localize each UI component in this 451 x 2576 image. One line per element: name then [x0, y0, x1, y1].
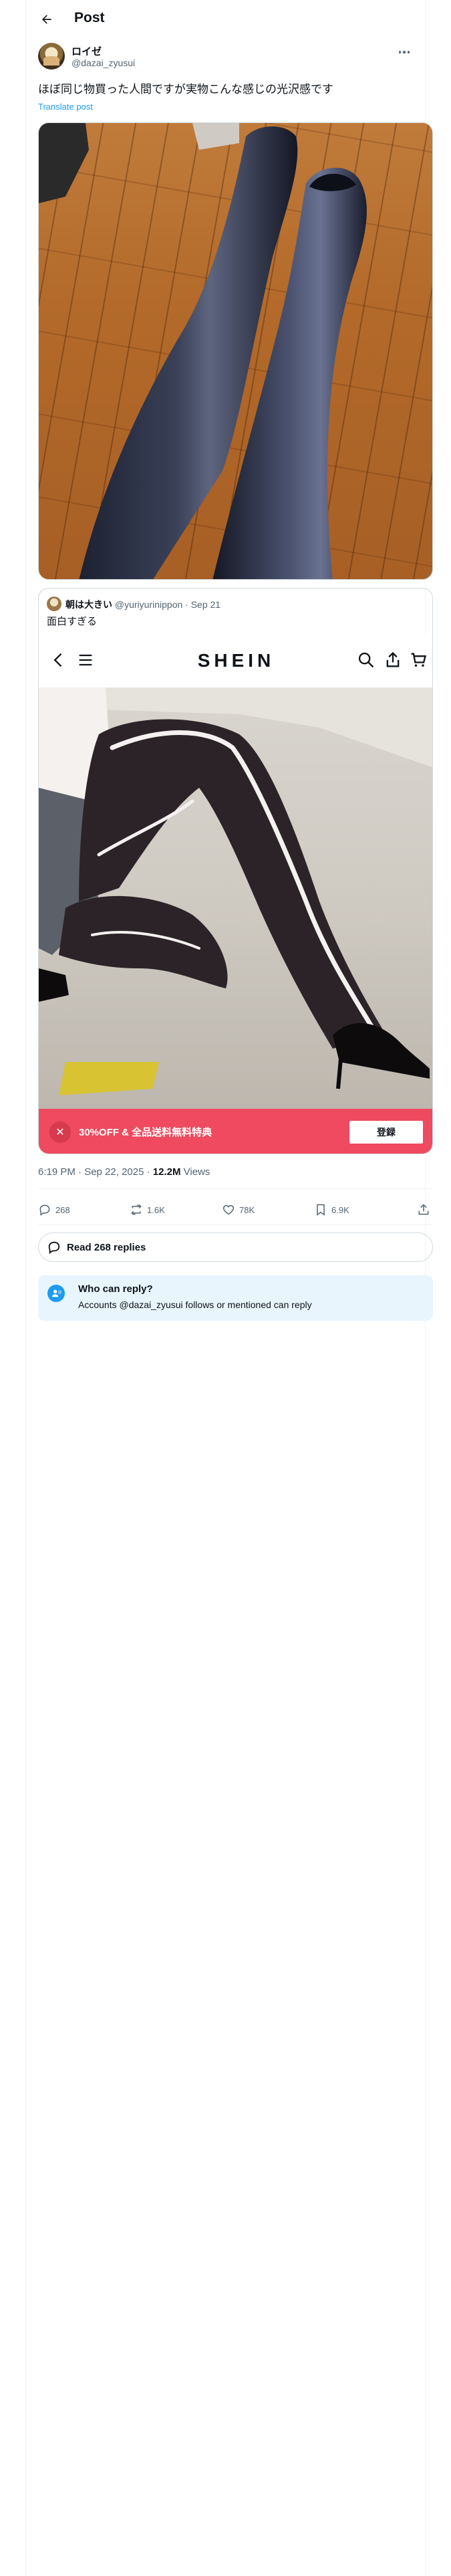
author-display-name[interactable]: ロイゼ	[71, 44, 102, 58]
repost-button[interactable]: 1.6K	[130, 1195, 165, 1224]
quoted-author-avatar	[47, 597, 61, 611]
post-timestamp: 6:19 PM · Sep 22, 2025 · 12.2M Views	[38, 1166, 210, 1178]
reply-restriction-notice: @ Who can reply? Accounts @dazai_zyusui …	[38, 1275, 433, 1321]
quoted-post-image: SHEIN ✕ 30%OFF & 全品送料無料特典 登録	[39, 634, 432, 1154]
chat-bubble-icon	[48, 1241, 60, 1255]
post-text: ほぼ同じ物買った人間ですが実物こんな感じの光沢感です	[38, 83, 333, 96]
like-count: 78K	[239, 1204, 255, 1215]
tights-photo	[39, 687, 432, 1109]
page-title: Post	[74, 10, 105, 25]
repost-count: 1.6K	[147, 1204, 165, 1215]
quoted-author-meta: 朝は大きい @yuriyurinippon · Sep 21	[65, 598, 220, 611]
back-button[interactable]	[35, 8, 58, 31]
like-button[interactable]: 78K	[222, 1195, 255, 1224]
quoted-post-text: 面白すぎる	[47, 616, 98, 627]
cart-icon	[411, 653, 426, 667]
search-icon	[358, 652, 374, 668]
author-handle[interactable]: @dazai_zyusui	[71, 58, 135, 68]
bookmark-count: 6.9K	[331, 1204, 349, 1215]
quoted-date: Sep 21	[190, 599, 221, 610]
reply-button[interactable]: 268	[38, 1195, 70, 1224]
legs-photo-illustration	[39, 123, 367, 579]
who-can-reply-title: Who can reply?	[78, 1283, 153, 1295]
svg-text:@: @	[58, 1290, 61, 1295]
back-arrow-icon	[42, 15, 51, 24]
author-avatar[interactable]	[38, 43, 65, 70]
read-replies-label: Read 268 replies	[67, 1241, 146, 1253]
quoted-separator: ·	[185, 599, 188, 610]
promo-banner: ✕ 30%OFF & 全品送料無料特典 登録	[39, 1109, 432, 1154]
action-bar: 268 1.6K 78K 6.9K	[38, 1195, 433, 1224]
divider	[38, 1188, 433, 1189]
views-count: 12.2M	[152, 1166, 181, 1178]
translate-post-link[interactable]: Translate post	[38, 102, 93, 112]
reply-count: 268	[55, 1204, 70, 1215]
share-icon	[418, 1204, 429, 1215]
divider	[38, 1224, 433, 1225]
heart-icon	[222, 1204, 235, 1215]
kneeling-legs-illustration	[39, 687, 432, 1095]
shein-app-header: SHEIN	[39, 634, 432, 687]
post-time-date[interactable]: 6:19 PM · Sep 22, 2025 ·	[38, 1166, 153, 1178]
post-image[interactable]	[38, 122, 433, 580]
top-bar: Post	[26, 0, 425, 37]
bookmark-icon	[317, 1204, 325, 1216]
quoted-post[interactable]: 朝は大きい @yuriyurinippon · Sep 21 面白すぎる SHE…	[38, 588, 433, 1154]
share-post-button[interactable]	[417, 1195, 430, 1224]
views-label: Views	[180, 1166, 210, 1178]
register-button: 登録	[349, 1121, 423, 1144]
quoted-author-name: 朝は大きい	[65, 599, 112, 610]
mention-user-icon: @	[47, 1285, 65, 1302]
promo-text: 30%OFF & 全品送料無料特典	[79, 1127, 212, 1138]
more-dots-icon	[398, 51, 402, 53]
bookmark-button[interactable]: 6.9K	[314, 1195, 349, 1224]
read-replies-button[interactable]: Read 268 replies	[38, 1232, 433, 1262]
reply-icon	[39, 1204, 50, 1216]
share-icon	[386, 651, 400, 667]
post-author: ロイゼ @dazai_zyusui	[38, 43, 414, 74]
repost-icon	[131, 1204, 142, 1216]
post-column: Post ロイゼ @dazai_zyusui ほぼ同じ物買った人間ですが実物こん…	[26, 0, 433, 2576]
quoted-author-handle: @yuriyurinippon	[114, 599, 183, 610]
more-options-button[interactable]	[395, 45, 414, 59]
close-icon: ✕	[49, 1121, 71, 1143]
who-can-reply-description: Accounts @dazai_zyusui follows or mentio…	[78, 1299, 312, 1310]
